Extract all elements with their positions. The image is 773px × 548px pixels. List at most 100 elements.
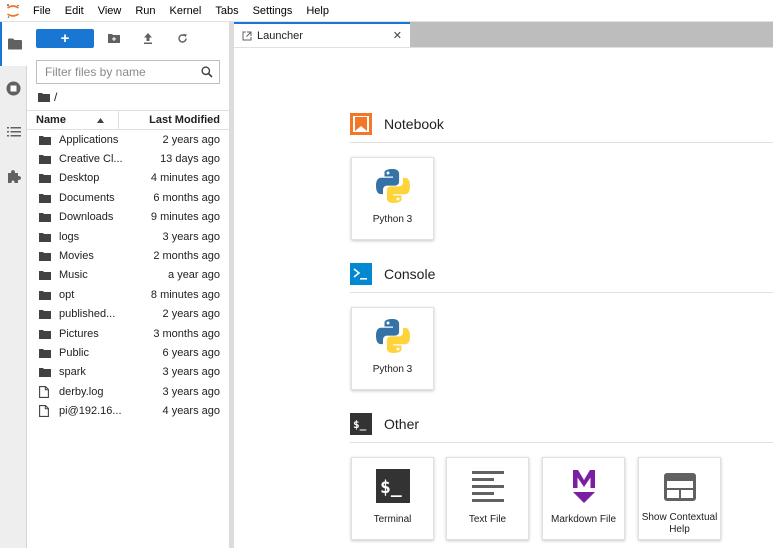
file-name: published... — [59, 308, 116, 321]
file-row[interactable]: logs 3 years ago — [27, 227, 229, 246]
file-browser-toolbar: + — [27, 22, 229, 54]
column-header-last-modified[interactable]: Last Modified — [119, 114, 229, 126]
breadcrumb-root[interactable]: / — [54, 90, 57, 104]
file-row[interactable]: derby.log 3 years ago — [27, 382, 229, 401]
file-last-modified: 3 years ago — [162, 366, 220, 379]
breadcrumb: / — [27, 84, 229, 110]
folder-icon — [39, 154, 53, 165]
file-last-modified: 2 years ago — [162, 308, 220, 321]
card-label: Python 3 — [372, 214, 413, 225]
upload-icon — [144, 32, 152, 44]
search-icon — [201, 66, 213, 78]
file-icon — [39, 405, 53, 418]
file-last-modified: 4 minutes ago — [150, 172, 220, 185]
file-icon — [39, 385, 53, 398]
refresh-button[interactable] — [165, 26, 199, 50]
running-icon — [6, 81, 21, 95]
card-contextual-help[interactable]: Show Contextual Help — [638, 457, 721, 540]
tab-launcher[interactable]: Launcher ✕ — [234, 22, 410, 47]
file-filter-box — [36, 60, 220, 84]
listing-header: Name Last Modified — [27, 110, 229, 130]
card-label: Terminal — [373, 514, 412, 525]
python-logo-icon — [352, 308, 433, 358]
file-row[interactable]: Music a year ago — [27, 266, 229, 285]
file-row[interactable]: Downloads 9 minutes ago — [27, 208, 229, 227]
file-row[interactable]: spark 3 years ago — [27, 363, 229, 382]
card-text-file[interactable]: Text File — [446, 457, 529, 540]
folder-icon — [39, 135, 53, 145]
card-label: Text File — [468, 514, 507, 525]
folder-icon — [39, 193, 53, 203]
new-folder-button[interactable] — [97, 26, 131, 50]
menu-view[interactable]: View — [91, 0, 129, 22]
folder-icon — [39, 329, 53, 339]
new-folder-icon — [108, 34, 120, 43]
file-list: Applications 2 years ago Creative Cl... 13 … — [27, 130, 229, 421]
jupyter-logo-icon[interactable] — [0, 0, 26, 22]
file-last-modified: 6 months ago — [153, 191, 220, 204]
menu-help[interactable]: Help — [299, 0, 336, 22]
file-name: Downloads — [59, 211, 114, 224]
folder-icon — [39, 212, 53, 223]
file-row[interactable]: Desktop 4 minutes ago — [27, 169, 229, 188]
file-name: spark — [59, 366, 86, 379]
file-last-modified: a year ago — [168, 269, 220, 282]
file-row[interactable]: Public 6 years ago — [27, 343, 229, 362]
file-row[interactable]: opt 8 minutes ago — [27, 285, 229, 304]
menu-tabs[interactable]: Tabs — [208, 0, 245, 22]
card-markdown-file[interactable]: Markdown File — [542, 457, 625, 540]
file-last-modified: 8 minutes ago — [150, 288, 220, 301]
folder-icon[interactable] — [38, 92, 50, 102]
folder-icon — [39, 173, 53, 184]
table-of-contents-tab[interactable] — [0, 110, 27, 154]
file-row[interactable]: Applications 2 years ago — [27, 130, 229, 149]
section-divider — [350, 292, 773, 293]
card-terminal[interactable]: $_ Terminal — [351, 457, 434, 540]
file-row[interactable]: published... 2 years ago — [27, 305, 229, 324]
section-title-other: Other — [384, 416, 420, 432]
section-notebook: Notebook — [350, 113, 773, 135]
upload-button[interactable] — [131, 26, 165, 50]
file-row[interactable]: Pictures 3 months ago — [27, 324, 229, 343]
card-console-python3[interactable]: Python 3 — [351, 307, 434, 390]
folder-icon — [39, 232, 53, 242]
file-last-modified: 3 months ago — [153, 327, 220, 340]
column-header-name[interactable]: Name — [27, 111, 119, 129]
file-name: Movies — [59, 250, 94, 263]
card-notebook-python3[interactable]: Python 3 — [351, 157, 434, 240]
file-row[interactable]: Creative Cl... 13 days ago — [27, 149, 229, 168]
launcher-icon — [242, 31, 252, 40]
menu-bar: File Edit View Run Kernel Tabs Settings … — [0, 0, 773, 22]
extension-icon — [8, 169, 21, 183]
menu-run[interactable]: Run — [128, 0, 162, 22]
folder-icon — [39, 309, 53, 320]
console-icon — [350, 263, 372, 285]
svg-text:$_: $_ — [353, 418, 367, 431]
menu-file[interactable]: File — [26, 0, 58, 22]
new-launcher-button[interactable]: + — [36, 28, 94, 48]
file-name: Desktop — [59, 172, 100, 185]
jupyterlab-window: File Edit View Run Kernel Tabs Settings … — [0, 0, 773, 548]
file-name: Creative Cl... — [59, 153, 123, 166]
file-browser-panel: + Filter files by name / Name Last Modif… — [27, 22, 229, 548]
svg-text:$_: $_ — [380, 477, 402, 498]
file-last-modified: 2 months ago — [153, 250, 220, 263]
file-row[interactable]: Documents 6 months ago — [27, 188, 229, 207]
file-filter-input[interactable] — [45, 65, 201, 79]
running-sessions-tab[interactable] — [0, 66, 27, 110]
menu-settings[interactable]: Settings — [246, 0, 300, 22]
file-row[interactable]: pi@192.16... 4 years ago — [27, 401, 229, 420]
contextual-help-icon — [639, 458, 720, 508]
close-icon[interactable]: ✕ — [393, 29, 402, 42]
section-console: Console — [350, 263, 773, 285]
file-last-modified: 9 minutes ago — [150, 211, 220, 224]
menu-kernel[interactable]: Kernel — [163, 0, 209, 22]
extension-manager-tab[interactable] — [0, 154, 27, 198]
file-row[interactable]: Movies 2 months ago — [27, 246, 229, 265]
file-name: Applications — [59, 133, 119, 146]
tab-label: Launcher — [257, 29, 303, 42]
markdown-icon — [543, 458, 624, 508]
menu-edit[interactable]: Edit — [58, 0, 91, 22]
file-browser-tab[interactable] — [0, 22, 27, 66]
file-name: Documents — [59, 191, 115, 204]
